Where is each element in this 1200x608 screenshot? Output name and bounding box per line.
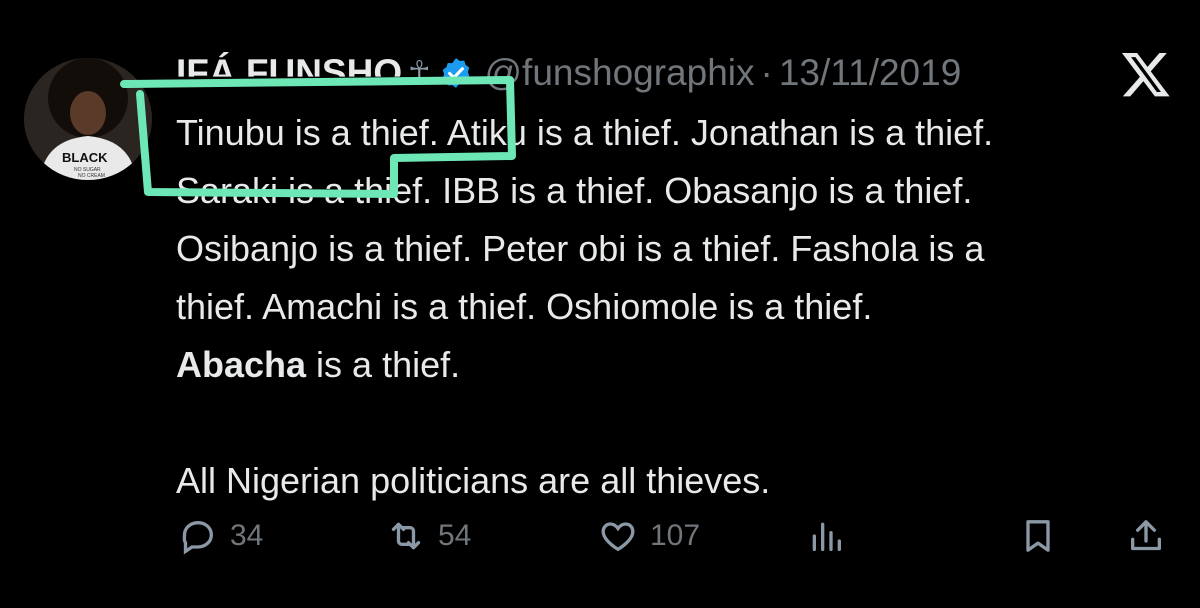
bookmark-button[interactable]: [1018, 516, 1058, 556]
repost-count: 54: [438, 519, 472, 552]
tweet-line-4: thief. Amachi is a thief. Oshiomole is a…: [176, 286, 873, 327]
reply-count: 34: [230, 519, 264, 552]
analytics-icon: [812, 522, 841, 551]
avatar-shirt-sub2: NO CREAM: [78, 173, 105, 179]
tweet-date[interactable]: 13/11/2019: [779, 50, 961, 96]
author-handle[interactable]: @funshographix: [485, 50, 755, 96]
tweet-line-1: Tinubu is a thief. Atiku is a thief. Jon…: [176, 112, 994, 153]
reply-button[interactable]: 34: [178, 516, 263, 556]
tweet-line-5: Abacha is a thief.: [176, 336, 1176, 394]
like-button[interactable]: 107: [598, 516, 700, 556]
action-bar: 34 54 107: [0, 516, 1200, 566]
avatar-image: BLACK NO SUGAR NO CREAM: [24, 58, 152, 180]
avatar-shirt-text: BLACK: [62, 150, 108, 165]
bold-name: Abacha: [176, 344, 307, 385]
avatar[interactable]: BLACK NO SUGAR NO CREAM: [24, 58, 152, 180]
tweet-line-2: Saraki is a thief. IBB is a thief. Obasa…: [176, 170, 973, 211]
author-name[interactable]: IFÁ FUNSHO: [176, 50, 402, 77]
reply-icon: [182, 520, 214, 555]
like-count: 107: [650, 519, 701, 552]
views-button[interactable]: [806, 516, 846, 556]
verified-badge-icon[interactable]: [439, 56, 473, 90]
separator-dot: ·: [760, 52, 773, 93]
bookmark-icon: [1026, 520, 1050, 552]
share-button[interactable]: [1126, 516, 1166, 556]
tweet-text: Tinubu is a thief. Atiku is a thief. Jon…: [176, 104, 1176, 510]
x-logo-icon[interactable]: [1120, 48, 1172, 100]
tweet-closing-line: All Nigerian politicians are all thieves…: [176, 460, 771, 501]
repost-button[interactable]: 54: [386, 516, 471, 556]
repost-icon: [391, 522, 421, 550]
tweet-line-3: Osibanjo is a thief. Peter obi is a thie…: [176, 228, 985, 269]
heart-icon: [601, 522, 635, 552]
tweet-header: IFÁ FUNSHO ☥ @funshographix · 13/11/2019: [176, 50, 961, 96]
ankh-emoji-icon: ☥: [408, 56, 431, 89]
share-icon: [1131, 520, 1161, 551]
tweet-line-5-rest: is a thief.: [306, 344, 461, 385]
